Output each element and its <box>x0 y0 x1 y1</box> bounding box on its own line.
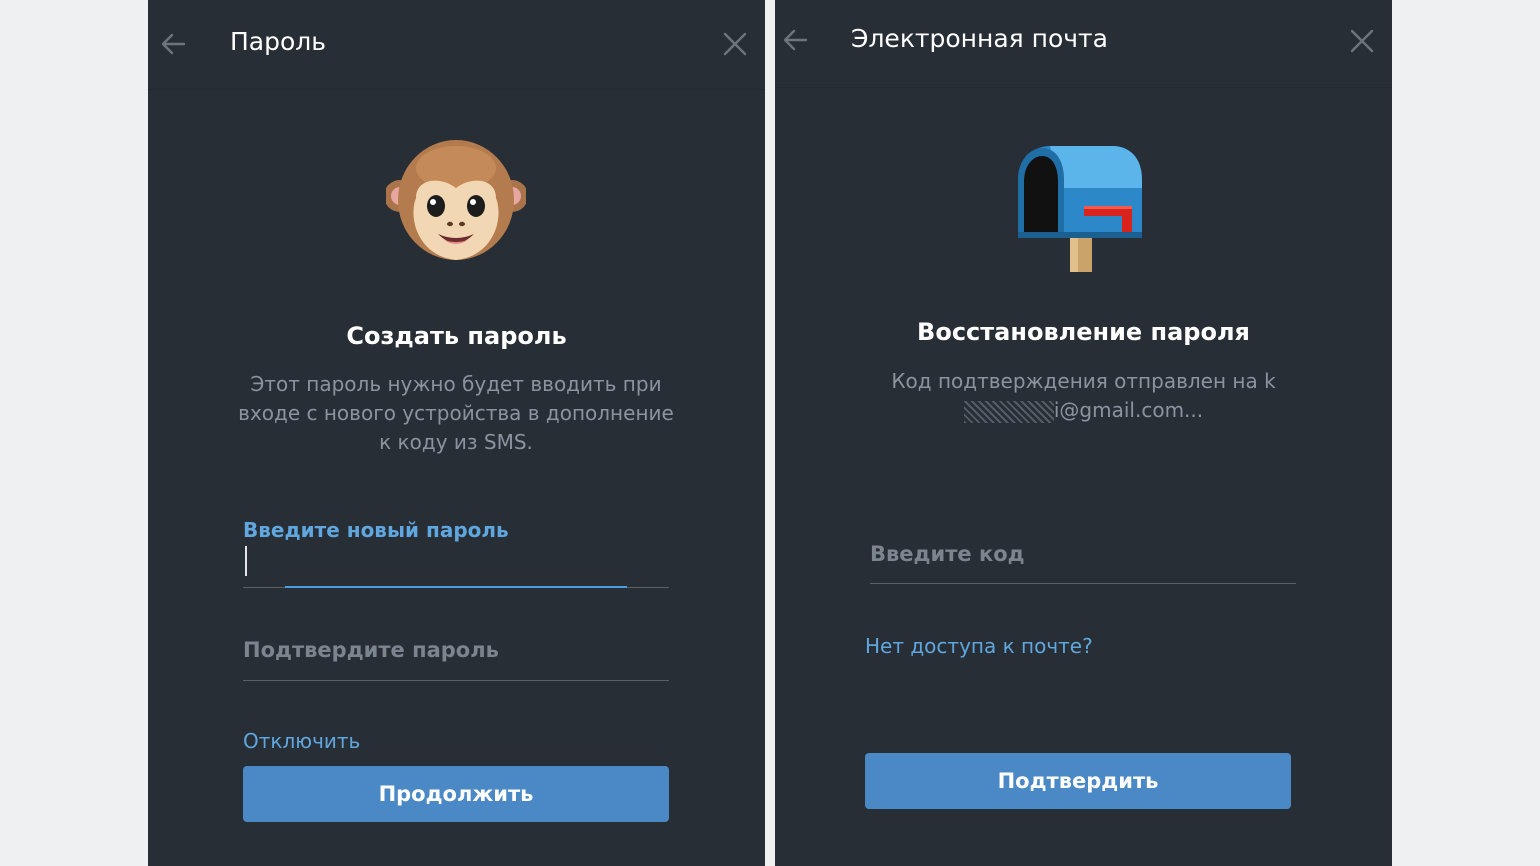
new-password-label: Введите новый пароль <box>243 518 509 542</box>
page-heading: Создать пароль <box>346 322 567 350</box>
back-arrow-icon[interactable] <box>158 28 190 60</box>
panel-header: Пароль <box>148 0 765 90</box>
text-cursor <box>245 546 247 576</box>
code-field[interactable]: Введите код <box>870 542 1296 586</box>
email-tail: i@gmail.com... <box>1053 398 1204 422</box>
header-title: Электронная почта <box>851 24 1108 53</box>
field-underline <box>870 583 1296 584</box>
confirm-button[interactable]: Подтвердить <box>865 753 1291 809</box>
close-icon[interactable] <box>1348 27 1376 55</box>
header-title: Пароль <box>230 27 326 56</box>
description-prefix: Код подтверждения отправлен на k <box>891 369 1276 393</box>
disable-link[interactable]: Отключить <box>243 729 360 753</box>
field-underline-active <box>285 586 627 588</box>
confirm-password-placeholder: Подтвердите пароль <box>243 638 499 662</box>
mailbox-icon <box>1018 146 1142 272</box>
confirm-password-field[interactable]: Подтвердите пароль <box>243 638 669 684</box>
email-redacted <box>963 400 1054 423</box>
close-icon[interactable] <box>721 30 749 58</box>
back-arrow-icon[interactable] <box>780 24 812 56</box>
password-panel: Пароль Создать пароль Этот пароль нужно … <box>148 0 765 866</box>
no-access-link[interactable]: Нет доступа к почте? <box>865 634 1093 658</box>
page-heading: Восстановление пароля <box>917 318 1250 346</box>
email-panel: Электронная почта Восстановление пароля … <box>775 0 1392 866</box>
new-password-field[interactable]: Введите новый пароль <box>243 518 669 590</box>
panel-header: Электронная почта <box>775 0 1392 88</box>
description-text: Этот пароль нужно будет вводить при вход… <box>238 372 674 454</box>
continue-button[interactable]: Продолжить <box>243 766 669 822</box>
code-placeholder: Введите код <box>870 542 1025 566</box>
description-text: Код подтверждения отправлен на k i@gmail.… <box>855 367 1312 425</box>
monkey-face-icon <box>386 140 526 260</box>
field-underline <box>243 680 669 681</box>
